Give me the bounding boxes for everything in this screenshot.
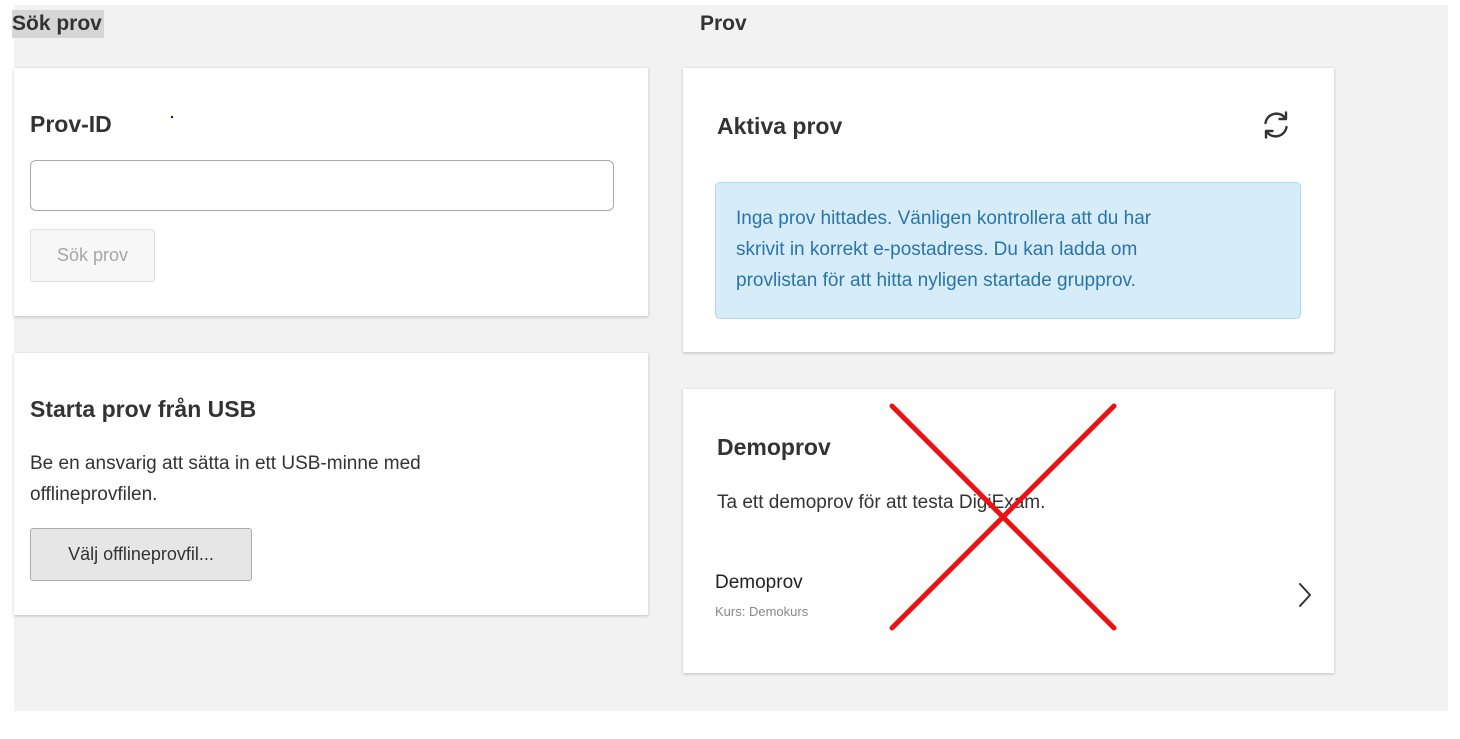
chevron-right-icon <box>1299 583 1311 607</box>
search-exam-heading: Sök prov <box>12 10 104 38</box>
refresh-icon[interactable] <box>1260 109 1292 141</box>
demo-description: Ta ett demoprov för att testa DigiExam. <box>717 492 1046 513</box>
exam-id-input[interactable] <box>30 160 614 211</box>
usb-exam-title: Starta prov från USB <box>30 396 257 422</box>
exams-heading: Prov <box>700 12 747 35</box>
alert-line2: skrivit in korrekt e-postadress. Du kan … <box>736 239 1138 260</box>
alert-line3: provlistan för att hitta nyligen startad… <box>736 270 1136 291</box>
exam-id-card: Prov-ID Sök prov <box>14 68 648 316</box>
choose-offline-file-button[interactable]: Välj offlineprovfil... <box>30 528 252 581</box>
search-exam-button[interactable]: Sök prov <box>30 229 155 282</box>
usb-description-line2: offlineprovfilen. <box>30 484 158 505</box>
demo-item-course: Kurs: Demokurs <box>715 604 809 619</box>
demo-exam-list-item[interactable]: Demoprov Kurs: Demokurs <box>715 569 1311 629</box>
no-exams-alert: Inga prov hittades. Vänligen kontrollera… <box>715 182 1301 319</box>
usb-exam-card: Starta prov från USB Be en ansvarig att … <box>14 353 648 615</box>
demo-item-name: Demoprov <box>715 572 803 593</box>
demo-exam-card: Demoprov Ta ett demoprov för att testa D… <box>683 389 1334 673</box>
demo-exam-title: Demoprov <box>717 434 831 460</box>
stray-dot <box>171 116 173 118</box>
alert-line1: Inga prov hittades. Vänligen kontrollera… <box>736 208 1152 229</box>
active-exams-card: Aktiva prov Inga prov hittades. Vänligen… <box>683 68 1334 352</box>
exam-id-title: Prov-ID <box>30 111 112 137</box>
active-exams-title: Aktiva prov <box>717 113 843 139</box>
usb-description-line1: Be en ansvarig att sätta in ett USB-minn… <box>30 453 421 474</box>
